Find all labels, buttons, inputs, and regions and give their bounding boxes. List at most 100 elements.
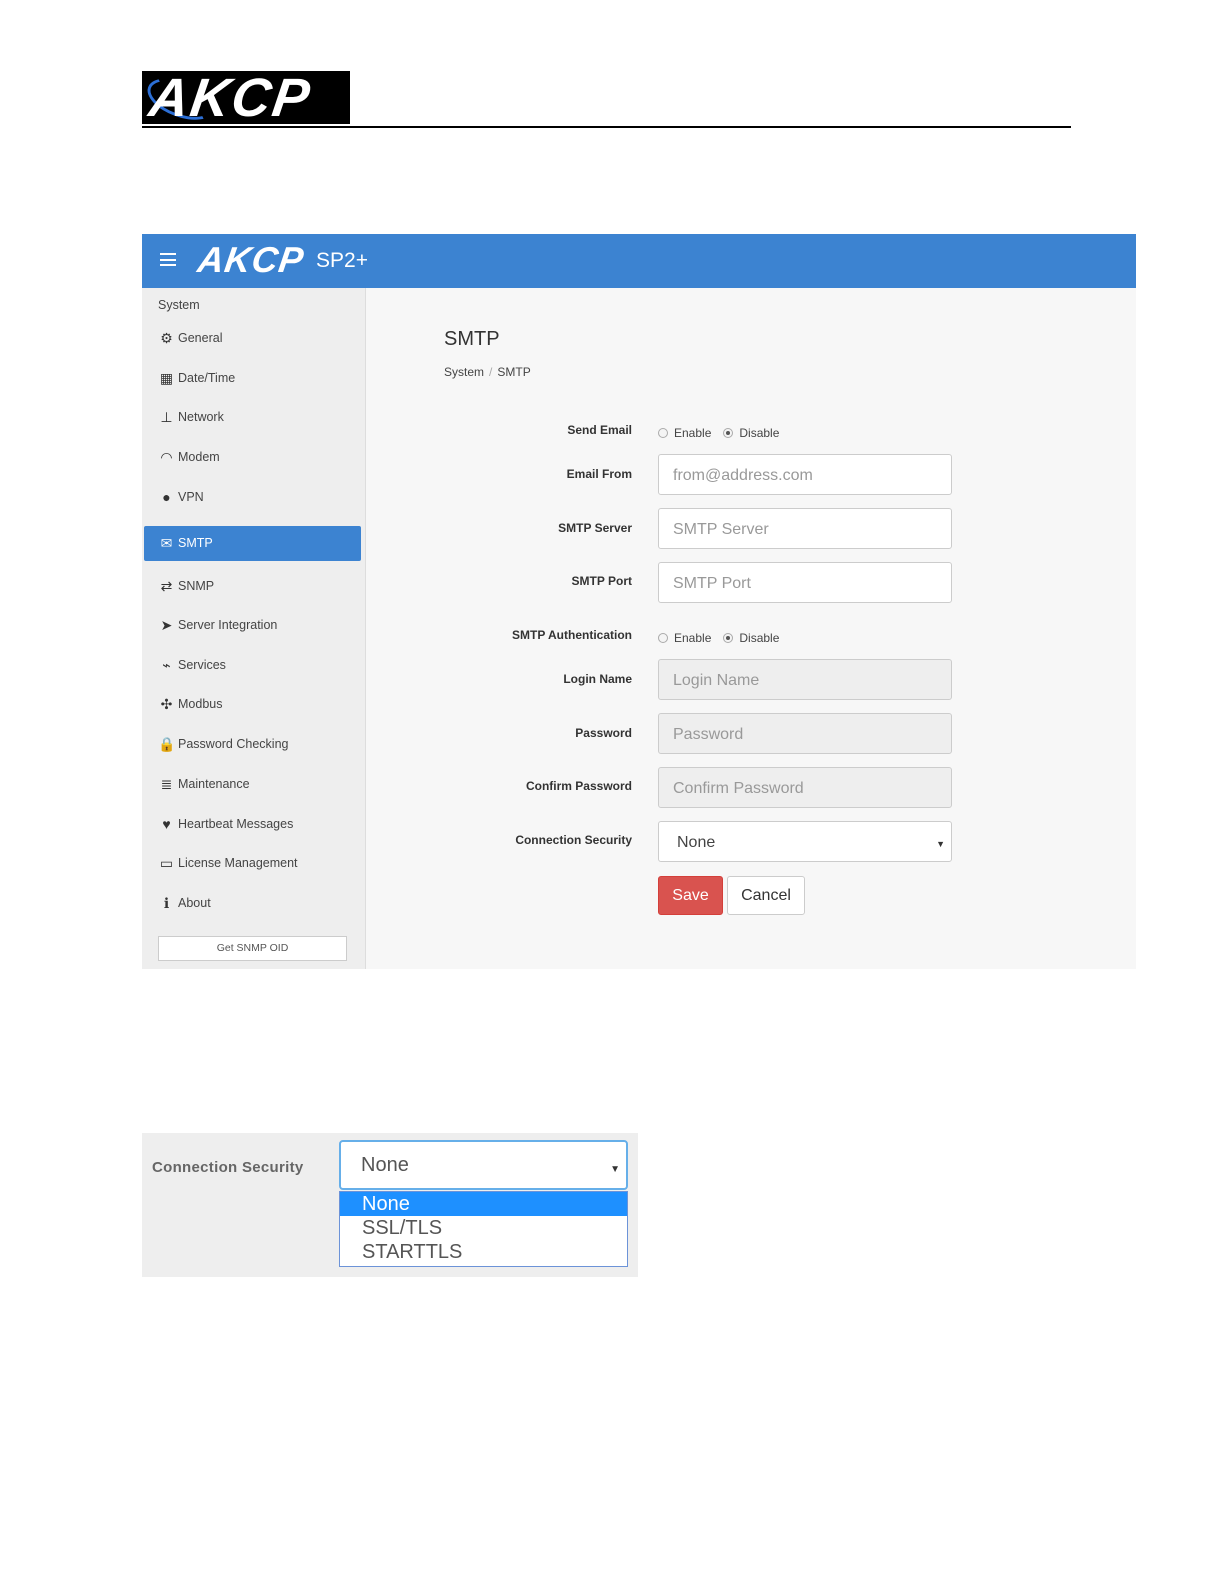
- sidebar-item-about[interactable]: ℹ About: [144, 886, 361, 921]
- sidebar-item-vpn[interactable]: ● VPN: [144, 480, 361, 515]
- email-from-input[interactable]: from@address.com: [658, 454, 952, 495]
- heart-icon: ♥: [162, 816, 171, 832]
- send-email-radio-group: Enable Disable: [658, 426, 791, 440]
- credit-card-icon: ▭: [159, 855, 174, 871]
- smtp-auth-disable-radio[interactable]: [723, 633, 734, 643]
- breadcrumb-system-link[interactable]: System: [444, 365, 484, 379]
- connection-security-select[interactable]: None ▼: [658, 821, 952, 862]
- connection-security-options: None SSL/TLS STARTTLS: [339, 1191, 628, 1267]
- password-input[interactable]: Password: [658, 713, 952, 754]
- password-label: Password: [575, 726, 632, 740]
- smtp-auth-enable-label: Enable: [674, 631, 712, 645]
- send-email-enable-label: Enable: [674, 426, 712, 440]
- send-email-enable-radio[interactable]: [658, 428, 668, 438]
- top-navbar: AKCP SP2+: [142, 234, 1136, 288]
- sidebar-item-label: Services: [178, 658, 226, 672]
- info-icon: ℹ: [163, 895, 170, 911]
- sidebar-heading: System: [158, 298, 200, 312]
- smtp-authentication-label: SMTP Authentication: [512, 628, 632, 642]
- option-none[interactable]: None: [340, 1192, 627, 1216]
- login-name-input[interactable]: Login Name: [658, 659, 952, 700]
- save-button[interactable]: Save: [658, 876, 723, 915]
- login-name-label: Login Name: [563, 672, 632, 686]
- sidebar-item-heartbeat-messages[interactable]: ♥ Heartbeat Messages: [144, 807, 361, 842]
- smtp-auth-enable-radio[interactable]: [658, 633, 668, 643]
- sidebar-item-snmp[interactable]: ⇄ SNMP: [144, 569, 361, 604]
- breadcrumb-separator: /: [489, 365, 493, 379]
- smtp-settings-screenshot: AKCP SP2+ System ⚙ General ▦ Date/Time ⊥…: [142, 234, 1136, 969]
- smtp-server-label: SMTP Server: [558, 521, 632, 535]
- sidebar-item-label: Heartbeat Messages: [178, 817, 294, 831]
- confirm-password-input[interactable]: Confirm Password: [658, 767, 952, 808]
- envelope-icon: ✉: [160, 535, 173, 551]
- connection-security-label: Connection Security: [152, 1159, 304, 1176]
- gears-icon: ⚙: [160, 330, 173, 346]
- smtp-port-label: SMTP Port: [571, 574, 632, 588]
- app-logo: AKCP: [195, 239, 307, 280]
- sidebar: System ⚙ General ▦ Date/Time ⊥ Network ◠…: [142, 288, 366, 969]
- breadcrumb: System / SMTP: [444, 365, 531, 379]
- connection-security-label: Connection Security: [515, 833, 632, 847]
- sidebar-item-maintenance[interactable]: ≣ Maintenance: [144, 767, 361, 802]
- modbus-icon: ✣: [160, 696, 173, 712]
- connection-security-value: None: [361, 1154, 409, 1176]
- get-snmp-oid-button[interactable]: Get SNMP OID: [158, 936, 347, 961]
- sidebar-item-label: General: [178, 331, 223, 345]
- sidebar-item-label: SMTP: [178, 536, 213, 550]
- sidebar-item-server-integration[interactable]: ➤ Server Integration: [144, 608, 361, 643]
- sidebar-item-modem[interactable]: ◠ Modem: [144, 440, 361, 475]
- send-email-disable-radio[interactable]: [723, 428, 734, 438]
- sidebar-item-label: About: [178, 896, 211, 910]
- cancel-button[interactable]: Cancel: [727, 876, 805, 915]
- exchange-icon: ⇄: [160, 578, 173, 594]
- sidebar-item-label: Maintenance: [178, 777, 250, 791]
- send-email-label: Send Email: [567, 423, 632, 437]
- globe-icon: ●: [162, 489, 171, 505]
- lock-icon: 🔒: [158, 736, 176, 752]
- sidebar-item-label: License Management: [178, 856, 298, 870]
- sidebar-item-label: VPN: [178, 490, 204, 504]
- email-from-label: Email From: [566, 467, 632, 481]
- sidebar-item-label: Server Integration: [178, 618, 278, 632]
- sitemap-icon: ⊥: [160, 409, 173, 425]
- app-model-label: SP2+: [316, 249, 368, 272]
- confirm-password-label: Confirm Password: [525, 779, 632, 793]
- connection-security-select[interactable]: None ▼: [339, 1140, 628, 1190]
- send-email-disable-label: Disable: [739, 426, 780, 440]
- calendar-icon: ▦: [159, 370, 174, 386]
- sidebar-item-label: Modem: [178, 450, 220, 464]
- connection-security-value: None: [677, 834, 716, 851]
- header-rule: [142, 126, 1071, 128]
- sidebar-item-services[interactable]: ⌁ Services: [144, 648, 361, 683]
- sidebar-item-date-time[interactable]: ▦ Date/Time: [144, 361, 361, 396]
- option-starttls[interactable]: STARTTLS: [340, 1240, 627, 1264]
- sidebar-item-label: Modbus: [178, 697, 223, 711]
- sidebar-item-network[interactable]: ⊥ Network: [144, 400, 361, 435]
- chevron-down-icon: ▼: [610, 1164, 620, 1175]
- sidebar-item-smtp[interactable]: ✉ SMTP: [144, 526, 361, 561]
- sidebar-item-label: Network: [178, 410, 224, 424]
- sidebar-item-license-management[interactable]: ▭ License Management: [144, 846, 361, 881]
- chevron-down-icon: ▼: [936, 839, 945, 849]
- smtp-port-input[interactable]: SMTP Port: [658, 562, 952, 603]
- sidebar-item-label: Date/Time: [178, 371, 236, 385]
- sidebar-item-general[interactable]: ⚙ General: [144, 321, 361, 356]
- rss-icon: ⌁: [162, 657, 171, 673]
- akcp-document-logo: AKCP: [141, 68, 350, 128]
- option-ssl-tls[interactable]: SSL/TLS: [340, 1216, 627, 1240]
- sidebar-item-label: Password Checking: [178, 737, 289, 751]
- page-title: SMTP: [444, 328, 500, 350]
- database-icon: ≣: [160, 776, 173, 792]
- wifi-icon: ◠: [160, 449, 173, 465]
- smtp-server-input[interactable]: SMTP Server: [658, 508, 952, 549]
- smtp-auth-disable-label: Disable: [739, 631, 780, 645]
- smtp-authentication-radio-group: Enable Disable: [658, 631, 791, 645]
- connection-security-dropdown-screenshot: Connection Security None ▼ None SSL/TLS …: [142, 1133, 638, 1277]
- document-logo-text: AKCP: [145, 68, 316, 128]
- paper-plane-icon: ➤: [160, 617, 173, 633]
- sidebar-item-label: SNMP: [178, 579, 215, 593]
- sidebar-item-password-checking[interactable]: 🔒 Password Checking: [144, 727, 361, 762]
- sidebar-item-modbus[interactable]: ✣ Modbus: [144, 687, 361, 722]
- breadcrumb-current: SMTP: [497, 365, 531, 379]
- hamburger-menu-icon[interactable]: [160, 253, 176, 266]
